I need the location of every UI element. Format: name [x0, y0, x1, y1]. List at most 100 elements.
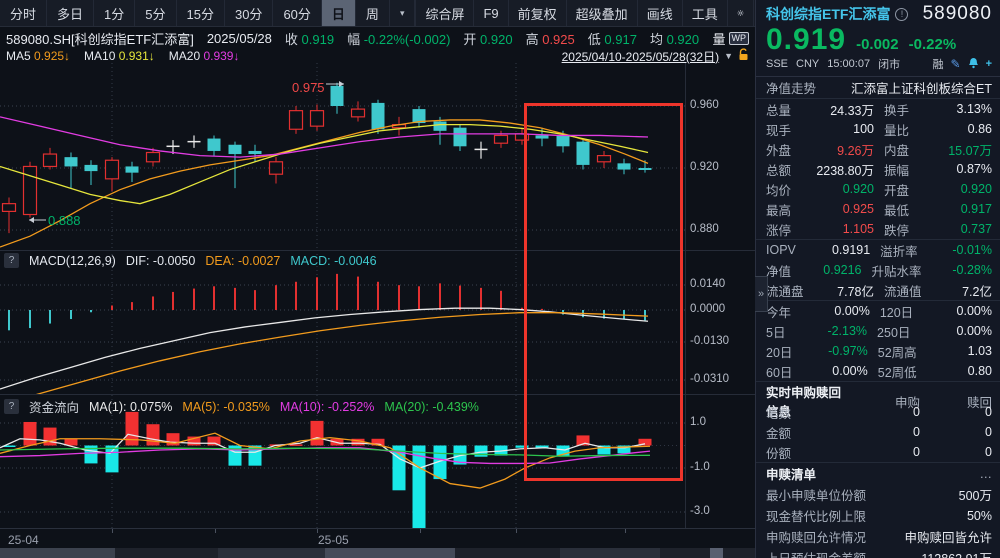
pane-divider [0, 250, 755, 251]
y-axis-label: 0.920 [690, 161, 719, 173]
quote-data-row: 20日 -0.97% 52周高 1.03 [766, 344, 992, 360]
symbol-info-bar: 589080.SH[科创综指ETF汇添富] 2025/05/28 收 0.919… [0, 27, 755, 49]
currency-label: CNY [796, 58, 820, 70]
alert-bell-icon[interactable] [968, 57, 979, 72]
quote-data-row: 均价 0.920 开盘 0.920 [766, 182, 992, 198]
x-axis-label: 25-05 [318, 533, 349, 547]
volume-toggle[interactable]: 量 WP [712, 29, 749, 48]
y-axis-label: 0.880 [690, 223, 719, 235]
settings-gear-icon[interactable] [726, 0, 753, 26]
quote-data-row: 最高 0.925 最低 0.917 [766, 202, 992, 218]
tool-button-3[interactable]: 超级叠加 [565, 0, 637, 26]
edit-pencil-icon[interactable]: ✎ [951, 57, 961, 71]
y-axis-label: 0.0000 [690, 303, 726, 315]
quote-data-row: 现手 100 量比 0.86 [766, 122, 992, 138]
realtime-row: 笔数 0 0 [766, 405, 992, 421]
tab-period-1[interactable]: 多日 [47, 0, 95, 26]
date-range-arrow-icon[interactable]: ▼ [724, 51, 733, 61]
macd-chart[interactable] [0, 250, 755, 395]
tab-period-5[interactable]: 30分 [225, 0, 274, 26]
symbol-label: 589080.SH[科创综指ETF汇添富] [6, 31, 194, 47]
tab-period-6[interactable]: 60分 [273, 0, 322, 26]
subscription-detail-row: 申购赎回允许情况 申购赎回皆允许 [766, 531, 992, 545]
date-range-selector[interactable]: 2025/04/10-2025/05/28(32日) [562, 48, 719, 65]
lock-range-icon[interactable] [738, 48, 749, 64]
quote-data-row: 60日 0.00% 52周低 0.80 [766, 364, 992, 380]
y-axis-label: 1.0 [690, 416, 706, 428]
x-axis-tick [112, 529, 113, 533]
x-axis-tick [516, 529, 517, 533]
tool-button-0[interactable]: 综合屏 [415, 0, 473, 26]
quote-field: 低 0.917 [587, 31, 637, 47]
tool-button-5[interactable]: 工具 [681, 0, 727, 26]
y-axis-label: -0.0130 [690, 335, 730, 347]
market-status: 闭市 [878, 59, 901, 71]
pane-divider [0, 394, 755, 395]
ma-value: MA20 0.939↓ [168, 49, 240, 63]
price-change-pct: -0.22% [908, 36, 957, 53]
ma-value: MA5 0.925↓ [6, 49, 71, 63]
subscription-detail-row: 最小申赎单位份额 500万 [766, 489, 992, 503]
quote-panel: 科创综指ETF汇添富 ! 589080 0.919 -0.002 -0.22% … [755, 0, 1000, 558]
tab-period-4[interactable]: 15分 [177, 0, 225, 26]
period-tabs: 分时 多日 1分 5分 15分 30分 60分日周 [0, 0, 390, 26]
indicator-value: DIF: -0.0050 [125, 253, 196, 268]
svg-text:0.975: 0.975 [292, 80, 325, 95]
indicator-value: MA(5): -0.035% [182, 399, 270, 414]
panel-collapse-handle[interactable]: » [755, 276, 768, 312]
toolbar-tools: 综合屏F9前复权超级叠加画线工具 ? › [415, 0, 804, 26]
tab-period-2[interactable]: 1分 [94, 0, 136, 26]
add-icon[interactable]: + [986, 58, 992, 70]
tool-button-1[interactable]: F9 [473, 0, 507, 26]
x-axis-tick [625, 529, 626, 533]
instrument-code: 589080 [922, 3, 992, 24]
indicator-help-icon[interactable]: ? [4, 253, 19, 268]
indicator-title: 资金流向 [29, 401, 80, 415]
quote-data-row: 5日 -2.13% 250日 0.00% [766, 324, 992, 340]
quote-time: 15:00:07 [827, 58, 871, 70]
nav-trend-row[interactable]: 净值走势 汇添富上证科创板综合ET [756, 77, 1000, 98]
subscription-list-header: 申赎清单 … [756, 462, 1000, 484]
y-axis-label: -3.0 [690, 505, 710, 517]
wp-badge-icon[interactable]: WP [728, 31, 749, 45]
y-axis-label: 0.960 [690, 99, 719, 111]
candlestick-chart[interactable]: 0.975 0.888 [0, 63, 755, 250]
x-axis-tick [420, 529, 421, 533]
y-axis-label: -1.0 [690, 461, 710, 473]
trading-terminal-window: 分时多日1分5分15分30分60分日周 ▾ 综合屏F9前复权超级叠加画线工具 ?… [0, 0, 1000, 558]
subscription-detail-row: 上日预估现金差额112862.91万 [756, 547, 1000, 558]
indicator-value: DEA: -0.0027 [205, 253, 281, 268]
x-axis-tick [215, 529, 216, 533]
period-toolbar: 分时多日1分5分15分30分60分日周 ▾ 综合屏F9前复权超级叠加画线工具 ?… [0, 0, 794, 27]
subscription-detail-row: 现金替代比例上限 50% [766, 508, 992, 525]
quote-data-row: 今年 0.00% 120日 0.00% [766, 304, 992, 320]
period-dropdown-arrow-icon[interactable]: ▾ [390, 0, 416, 26]
more-ellipsis-icon[interactable]: … [980, 467, 993, 481]
quote-data-row: 总量 24.33万 换手 3.13% [766, 102, 992, 118]
svg-text:0.888: 0.888 [48, 213, 81, 228]
quote-data-row: 总额 2238.80万 振幅 0.87% [766, 162, 992, 178]
quote-data-row: IOPV 0.9191 溢折率 -0.01% [766, 243, 992, 259]
instrument-name: 科创综指ETF汇添富 [766, 6, 891, 22]
ma-value: MA10 0.931↓ [84, 49, 155, 63]
tool-button-4[interactable]: 画线 [636, 0, 682, 26]
quote-field: 幅 -0.22%(-0.002) [347, 31, 451, 47]
tool-button-2[interactable]: 前复权 [507, 0, 566, 26]
realtime-row: 金额 0 0 [766, 425, 992, 441]
tab-period-8[interactable]: 周 [356, 0, 390, 26]
indicator-help-icon[interactable]: ? [4, 399, 19, 414]
y-axis-border [685, 63, 686, 528]
quote-field: 均 0.920 [649, 31, 700, 47]
margin-flag: 融 [932, 59, 944, 71]
quote-field: 收 0.919 [284, 31, 335, 47]
alert-circle-icon[interactable]: ! [895, 7, 909, 21]
quote-data-row: 净值 0.9216 升贴水率 -0.28% [766, 263, 992, 279]
indicator-value: MA(20): -0.439% [384, 399, 479, 414]
tab-period-7[interactable]: 日 [321, 0, 356, 26]
chart-scrollbar[interactable] [0, 548, 755, 558]
y-axis-label: -0.0310 [690, 373, 730, 385]
exchange-label: SSE [766, 58, 789, 70]
tab-period-0[interactable]: 分时 [0, 0, 48, 26]
tab-period-3[interactable]: 5分 [135, 0, 177, 26]
quote-data-row: 外盘 9.26万 内盘 15.07万 [766, 143, 992, 158]
